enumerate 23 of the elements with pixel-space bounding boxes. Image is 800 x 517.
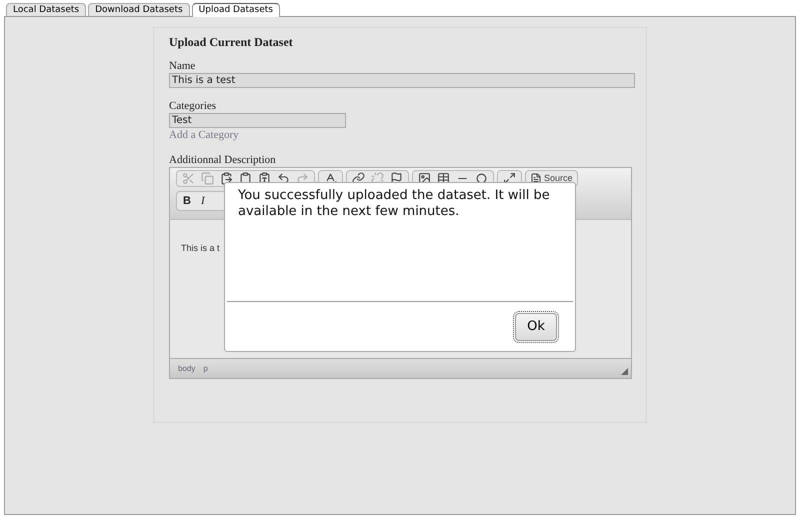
table-icon[interactable] [437,172,450,185]
italic-button[interactable]: I [200,192,205,210]
element-path[interactable]: p [203,362,208,374]
ok-button[interactable]: Ok [515,312,557,340]
element-path[interactable]: body [178,362,196,374]
flag-icon[interactable] [390,172,403,185]
field-label: Name [169,59,196,73]
editor-content: This is a t [181,243,220,253]
name-field[interactable]: This is a test [169,73,635,88]
link-icon[interactable] [352,172,365,185]
tab[interactable]: Download Datasets [88,3,190,16]
document-icon [530,172,542,184]
tab[interactable]: Local Datasets [6,3,86,16]
paste-icon[interactable] [220,172,233,185]
field-label: Categories [169,99,218,113]
tab[interactable]: Upload Datasets [192,3,280,17]
form-title: Upload Current Dataset [169,34,294,51]
dialog-message: You successfully uploaded the dataset. It will be available in the next few minutes. [238,188,551,220]
image-icon[interactable] [418,172,431,185]
categories-field[interactable]: Test [169,113,346,128]
resize-handle-icon[interactable] [621,368,628,375]
bold-button[interactable]: B [183,192,191,210]
field-label: Additionnal Description [169,153,277,167]
